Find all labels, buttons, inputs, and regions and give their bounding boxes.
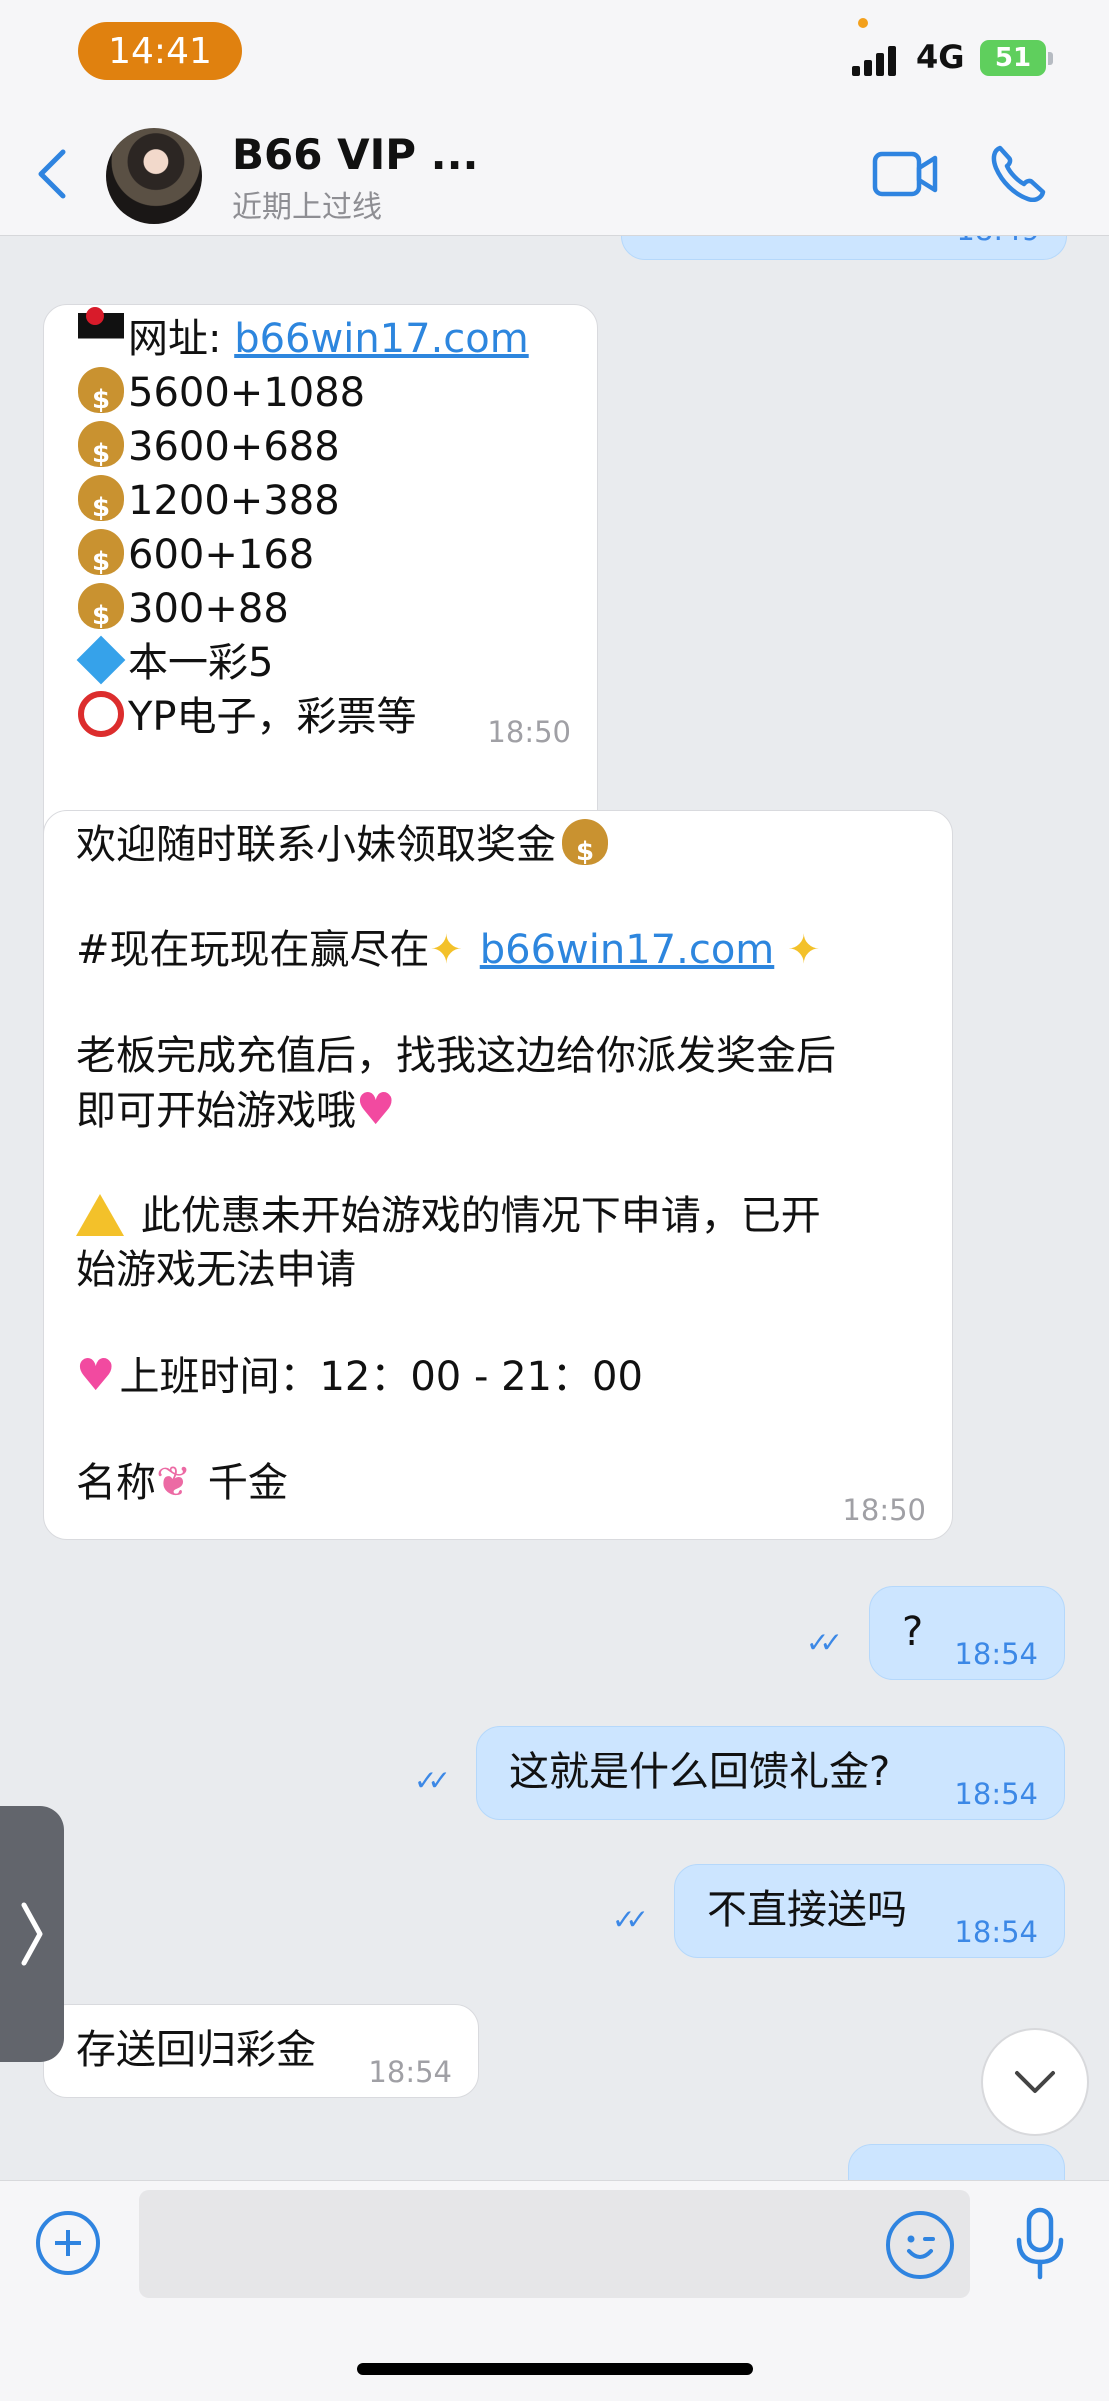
message-time: 18:54 <box>368 2055 452 2089</box>
message-line: YP电子，彩票等 <box>78 691 417 742</box>
message-bubble-outgoing[interactable]: 这就是什么回馈礼金? 18:54 <box>476 1726 1065 1820</box>
message-text: ? <box>902 1609 924 1655</box>
battery-level: 51 <box>994 43 1032 73</box>
no-entry-emoji-icon <box>78 691 124 737</box>
sparkles-emoji-icon: ✦ <box>429 927 464 973</box>
back-button[interactable] <box>28 148 76 200</box>
message-line: 本一彩5 <box>76 635 273 688</box>
message-bubble-incoming[interactable]: 存送回归彩金 18:54 <box>43 2004 479 2098</box>
money-bag-emoji-icon <box>78 367 124 425</box>
warning-emoji-icon <box>76 1194 124 1236</box>
message-text: 存送回归彩金 <box>76 2027 316 2073</box>
microphone-icon[interactable] <box>1012 2207 1068 2281</box>
cellular-signal-icon <box>852 44 902 76</box>
message-list[interactable]: 18:49 网址: b66win17.com 5600+1088 3600+68… <box>0 236 1109 2180</box>
message-line: 3600+688 <box>78 421 340 479</box>
message-line: 1200+388 <box>78 475 340 533</box>
sparkles-emoji-icon: ✦ <box>786 927 821 973</box>
money-bag-emoji-icon <box>78 529 124 587</box>
message-line: 名称❦ 千金 <box>76 1457 288 1506</box>
message-text: 这就是什么回馈礼金? <box>509 1749 891 1795</box>
message-time: 18:50 <box>487 715 571 749</box>
contact-last-seen: 近期上过线 <box>232 190 382 225</box>
sticker-emoji-icon[interactable] <box>886 2211 954 2279</box>
message-line: 5600+1088 <box>78 367 365 425</box>
diamond-emoji-icon <box>76 635 126 685</box>
message-line: 此优惠未开始游戏的情况下申请，已开 <box>76 1191 821 1241</box>
network-type: 4G <box>916 38 965 76</box>
message-time: 18:50 <box>842 1493 926 1527</box>
chevron-left-icon <box>38 149 66 199</box>
message-line: 网址: b66win17.com <box>78 307 529 364</box>
message-text: 不直接送吗 <box>707 1887 907 1933</box>
battery-tip <box>1048 52 1053 65</box>
composer-bar <box>0 2180 1109 2401</box>
message-time: 18:49 <box>956 236 1040 247</box>
message-input[interactable] <box>139 2190 970 2298</box>
contact-avatar[interactable] <box>106 128 202 224</box>
battery-icon: 51 <box>980 40 1046 76</box>
message-line: 即可开始游戏哦♥ <box>76 1084 396 1135</box>
message-bubble-partial[interactable]: 18:49 <box>621 236 1067 260</box>
message-line: 老板完成充值后，找我这边给你派发奖金后 <box>76 1033 836 1079</box>
privacy-indicator-dot <box>858 18 868 28</box>
message-line: ♥ 上班时间：12：00 - 21：00 <box>76 1350 643 1401</box>
status-time[interactable]: 14:41 <box>78 22 242 80</box>
phone-call-icon[interactable] <box>990 144 1046 202</box>
ribbon-emoji-icon: ❦ <box>156 1457 192 1506</box>
money-bag-emoji-icon <box>78 475 124 533</box>
winking-face-icon <box>907 2235 935 2259</box>
scroll-to-bottom-button[interactable] <box>981 2028 1089 2136</box>
read-receipt-icon: ✓✓ <box>806 1626 843 1659</box>
heart-emoji-icon: ♥ <box>76 1350 116 1401</box>
attach-plus-icon[interactable] <box>36 2211 100 2275</box>
read-receipt-icon: ✓✓ <box>612 1903 649 1936</box>
message-line: 始游戏无法申请 <box>76 1247 356 1293</box>
message-line: 欢迎随时联系小妹领取奖金 <box>76 819 612 877</box>
home-indicator[interactable] <box>357 2363 753 2375</box>
message-time: 18:54 <box>954 1915 1038 1949</box>
joystick-emoji-icon <box>78 307 124 359</box>
money-bag-emoji-icon <box>78 421 124 479</box>
message-bubble-welcome[interactable]: 欢迎随时联系小妹领取奖金 #现在玩现在赢尽在✦ b66win17.com ✦ 老… <box>43 810 953 1540</box>
status-bar: 14:41 4G 51 <box>0 0 1109 110</box>
read-receipt-icon: ✓✓ <box>414 1764 451 1797</box>
message-line: #现在玩现在赢尽在✦ b66win17.com ✦ <box>76 927 821 973</box>
message-bubble-partial[interactable] <box>848 2144 1065 2180</box>
message-bubble-outgoing[interactable]: 不直接送吗 18:54 <box>674 1864 1065 1958</box>
video-call-icon[interactable] <box>872 148 938 200</box>
contact-name[interactable]: B66 VIP ... <box>232 130 478 179</box>
heart-emoji-icon: ♥ <box>356 1084 396 1135</box>
side-panel-handle[interactable] <box>0 1806 64 2062</box>
chevron-right-icon <box>21 1902 43 1966</box>
message-bubble-outgoing[interactable]: ? 18:54 <box>869 1586 1065 1680</box>
message-line: 600+168 <box>78 529 314 587</box>
website-link[interactable]: b66win17.com <box>480 927 775 973</box>
money-bag-emoji-icon <box>78 583 124 641</box>
money-bag-emoji-icon <box>562 819 608 877</box>
chat-header: B66 VIP ... 近期上过线 <box>0 110 1109 236</box>
message-time: 18:54 <box>954 1777 1038 1811</box>
message-time: 18:54 <box>954 1637 1038 1671</box>
message-line: 300+88 <box>78 583 289 641</box>
website-link[interactable]: b66win17.com <box>234 316 529 362</box>
chevron-down-icon <box>1015 2071 1055 2093</box>
